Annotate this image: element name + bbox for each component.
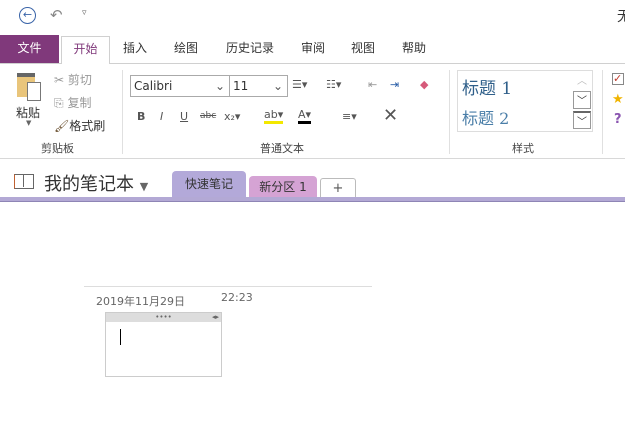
highlight-icon[interactable]: ab▾ (264, 108, 284, 124)
important-star-icon[interactable]: ★ (612, 92, 624, 107)
tab-file[interactable]: 文件 (0, 35, 59, 63)
divider (449, 70, 450, 154)
resize-arrows-icon[interactable]: ◂▸ (212, 313, 219, 321)
section-label: 新分区 1 (259, 180, 307, 194)
font-color-icon[interactable]: A▾ (298, 108, 312, 124)
copy-icon: ⎘ (54, 96, 64, 110)
font-select[interactable]: Calibri ⌄ (130, 75, 230, 97)
style-heading-1[interactable]: 标题 1 (462, 74, 512, 99)
scroll-down-icon[interactable]: ﹀ (573, 91, 591, 109)
style-heading-2[interactable]: 标题 2 (462, 105, 509, 129)
styles-gallery[interactable]: 标题 1 标题 2 ︿ ﹀ ﹀ (457, 70, 593, 132)
caret-down-icon: ▼ (139, 180, 149, 193)
page-time: 22:23 (221, 291, 253, 304)
chevron-down-icon: ⌄ (214, 79, 225, 93)
size-select[interactable]: 11 ⌄ (229, 75, 288, 97)
tab-label: 开始 (73, 42, 98, 56)
clear-formatting-icon[interactable]: ◆ (420, 78, 428, 91)
window-title: 无 (617, 9, 625, 25)
tab-home[interactable]: 开始 (61, 36, 110, 64)
page-icon (27, 82, 41, 101)
page-date: 2019年11月29日 (96, 295, 185, 308)
note-drag-handle[interactable]: •••• ◂▸ (106, 313, 221, 322)
title-underline (84, 286, 372, 287)
decrease-indent-icon[interactable]: ⇤ (368, 78, 377, 91)
back-icon[interactable]: ← (19, 7, 36, 24)
format-painter-label: 格式刷 (69, 119, 106, 133)
tab-insert[interactable]: 插入 (115, 36, 155, 63)
section-label: 快速笔记 (184, 177, 233, 191)
italic-icon[interactable]: I (160, 110, 163, 123)
note-container[interactable]: •••• ◂▸ (105, 312, 222, 377)
tab-label: 审阅 (301, 41, 326, 55)
section-tab-new-section[interactable]: 新分区 1 (249, 176, 317, 198)
tab-review[interactable]: 审阅 (293, 36, 333, 63)
cut-label: 剪切 (67, 73, 92, 87)
size-value: 11 (233, 79, 249, 93)
subscript-icon[interactable]: x₂▾ (224, 110, 240, 123)
paste-dropdown-icon: ▼ (26, 119, 32, 127)
tab-view[interactable]: 视图 (343, 36, 383, 63)
scroll-up-icon[interactable]: ︿ (573, 72, 591, 90)
align-icon[interactable]: ≡▾ (342, 110, 357, 123)
font-value: Calibri (134, 79, 173, 93)
expand-gallery-icon[interactable]: ﹀ (573, 111, 591, 129)
bullet-list-icon[interactable]: ☰▾ (292, 78, 307, 91)
text-group-label: 普通文本 (260, 142, 304, 155)
divider (122, 70, 123, 154)
copy-button[interactable]: ⎘ 复制 (54, 94, 91, 111)
question-icon[interactable]: ? (614, 112, 622, 127)
bold-icon[interactable]: B (137, 110, 145, 123)
quick-access-dropdown-icon[interactable]: ▿ (82, 8, 87, 18)
add-label: + (332, 181, 344, 196)
tab-label: 帮助 (402, 41, 427, 55)
format-painter-button[interactable]: 🖌格式刷 (54, 117, 105, 134)
paste-button[interactable]: 粘贴 ▼ (14, 70, 46, 132)
copy-label: 复制 (67, 96, 92, 110)
clipboard-group-label: 剪贴板 (41, 142, 74, 155)
divider (602, 70, 603, 154)
tab-draw[interactable]: 绘图 (166, 36, 206, 63)
notebook-name: 我的笔记本 (44, 174, 134, 195)
underline-icon[interactable]: U (180, 110, 188, 123)
styles-group-label: 样式 (512, 142, 534, 155)
delete-icon[interactable]: ✕ (383, 105, 398, 126)
increase-indent-icon[interactable]: ⇥ (390, 78, 399, 91)
section-tab-quick-notes[interactable]: 快速笔记 (172, 171, 246, 198)
tab-help[interactable]: 帮助 (394, 36, 434, 63)
text-cursor[interactable] (120, 329, 121, 345)
tab-history[interactable]: 历史记录 (218, 36, 282, 63)
strikethrough-icon[interactable]: abc (200, 111, 216, 121)
tab-label: 视图 (351, 41, 376, 55)
tab-label: 插入 (123, 41, 148, 55)
notebook-icon (14, 174, 34, 189)
scissors-icon: ✂ (54, 73, 65, 87)
ribbon-bottom-border (0, 158, 625, 159)
tab-label: 文件 (17, 41, 42, 55)
tab-label: 历史记录 (226, 41, 275, 55)
chevron-down-icon: ⌄ (272, 79, 283, 93)
section-accent-line (0, 197, 625, 202)
undo-icon[interactable]: ↶ (50, 6, 63, 24)
add-section-button[interactable]: + (320, 178, 356, 198)
cut-button[interactable]: ✂ 剪切 (54, 71, 92, 88)
brush-icon: 🖌 (54, 119, 70, 133)
tab-label: 绘图 (174, 41, 199, 55)
todo-checkbox-icon[interactable]: ✓ (612, 73, 624, 85)
numbered-list-icon[interactable]: ☷▾ (326, 78, 341, 91)
notebook-selector[interactable]: 我的笔记本 ▼ (44, 170, 148, 196)
